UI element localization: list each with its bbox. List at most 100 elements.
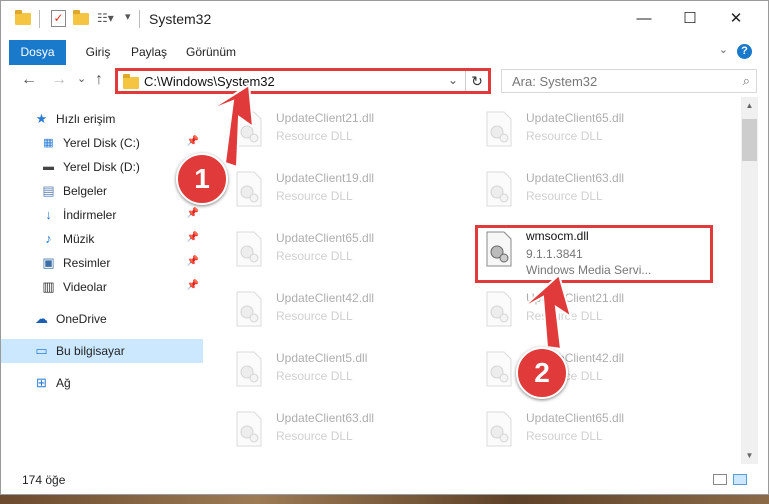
- tab-share[interactable]: Paylaş: [125, 41, 173, 63]
- sidebar-item-this-pc[interactable]: ▭ Bu bilgisayar: [1, 339, 203, 363]
- tab-home[interactable]: Giriş: [73, 41, 123, 63]
- file-type: Resource DLL: [276, 309, 353, 323]
- minimize-button[interactable]: —: [621, 1, 667, 37]
- drive-icon: ▬: [43, 161, 54, 173]
- dll-file-icon: [236, 111, 262, 147]
- dll-file-icon: [486, 171, 512, 207]
- toolbar-dropdown-icon[interactable]: ▾: [125, 10, 131, 28]
- vertical-scrollbar[interactable]: ▲ ▼: [741, 97, 758, 464]
- sidebar-item-quick-access[interactable]: ★ Hızlı erişim: [1, 107, 203, 131]
- sidebar-item-disk-d[interactable]: ▬ Yerel Disk (D:) 📌: [1, 155, 203, 179]
- sidebar-item-label: Yerel Disk (C:): [63, 136, 140, 150]
- pin-icon[interactable]: 📌: [187, 280, 199, 291]
- expand-ribbon-icon[interactable]: ⌄: [719, 43, 728, 56]
- dll-file-icon: [236, 291, 262, 327]
- file-item[interactable]: UpdateClient65.dll Resource DLL: [224, 223, 464, 277]
- file-item[interactable]: UpdateClient19.dll Resource DLL: [224, 163, 464, 217]
- sidebar-item-label: Belgeler: [63, 184, 108, 198]
- file-item[interactable]: UpdateClient65.dll Resource DLL: [474, 103, 714, 157]
- scroll-up-icon[interactable]: ▲: [741, 97, 758, 114]
- sidebar-item-onedrive[interactable]: ☁ OneDrive: [1, 307, 203, 331]
- windows-drive-icon: ▦: [43, 137, 54, 149]
- maximize-button[interactable]: ☐: [667, 1, 713, 37]
- large-icons-view-icon[interactable]: [733, 474, 747, 485]
- file-type: Resource DLL: [276, 129, 353, 143]
- sidebar-item-videos[interactable]: ▥ Videolar 📌: [1, 275, 203, 299]
- file-item[interactable]: UpdateClient21.dll Resource DLL: [474, 283, 714, 337]
- tab-view[interactable]: Görünüm: [179, 41, 243, 63]
- search-icon: ⌕: [742, 73, 750, 88]
- pin-icon[interactable]: 📌: [187, 232, 199, 243]
- sidebar-item-label: Resimler: [63, 256, 111, 270]
- divider: [39, 10, 40, 28]
- folder-icon: [15, 10, 31, 28]
- scroll-down-icon[interactable]: ▼: [741, 447, 758, 464]
- properties-icon[interactable]: ✓: [51, 10, 66, 28]
- sidebar-item-label: Müzik: [63, 232, 95, 246]
- sidebar-item-label: Videolar: [63, 280, 107, 294]
- file-item[interactable]: UpdateClient63.dll Resource DLL: [224, 403, 464, 457]
- sidebar-item-pictures[interactable]: ▣ Resimler 📌: [1, 251, 203, 275]
- file-type: Resource DLL: [276, 189, 353, 203]
- search-box[interactable]: Ara: System32 ⌕: [501, 69, 757, 93]
- file-name: UpdateClient65.dll: [526, 411, 625, 425]
- callout-2: 2: [516, 347, 568, 399]
- up-arrow-icon[interactable]: ↑: [95, 71, 103, 89]
- file-name: UpdateClient63.dll: [276, 411, 375, 425]
- pin-icon[interactable]: 📌: [187, 256, 199, 267]
- back-arrow-icon[interactable]: ←: [21, 71, 37, 89]
- navigation-bar: ← → ⌄ ↑ C:\Windows\System32 ⌄ ↻ Ara: Sys…: [1, 65, 768, 97]
- address-bar[interactable]: C:\Windows\System32 ⌄ ↻: [115, 68, 491, 94]
- refresh-icon[interactable]: ↻: [465, 71, 488, 91]
- file-item[interactable]: UpdateClient65.dll Resource DLL: [474, 403, 714, 457]
- file-type: Resource DLL: [526, 429, 603, 443]
- close-button[interactable]: ✕: [713, 1, 759, 37]
- file-item[interactable]: UpdateClient63.dll Resource DLL: [474, 163, 714, 217]
- file-name: UpdateClient19.dll: [276, 171, 375, 185]
- sidebar-item-documents[interactable]: ▤ Belgeler 📌: [1, 179, 203, 203]
- explorer-window: ✓ ☷▾ ▾ System32 — ☐ ✕ Dosya Giriş Paylaş…: [0, 0, 769, 495]
- window-title: System32: [149, 11, 212, 27]
- ribbon: Dosya Giriş Paylaş Görünüm ⌄ ?: [1, 37, 768, 66]
- file-item[interactable]: UpdateClient42.dll Resource DLL: [474, 343, 714, 397]
- scrollbar-thumb[interactable]: [742, 119, 757, 161]
- search-input[interactable]: Ara: System32: [512, 74, 597, 89]
- address-path[interactable]: C:\Windows\System32: [144, 74, 275, 89]
- pin-icon[interactable]: 📌: [187, 208, 199, 219]
- sidebar-item-label: Hızlı erişim: [56, 112, 116, 126]
- address-dropdown-icon[interactable]: ⌄: [448, 73, 458, 87]
- dll-file-icon: [486, 411, 512, 447]
- file-item[interactable]: UpdateClient21.dll Resource DLL: [224, 103, 464, 157]
- title-bar: ✓ ☷▾ ▾ System32 — ☐ ✕: [1, 1, 768, 37]
- customize-toolbar-icon[interactable]: ☷▾: [97, 11, 114, 29]
- new-folder-icon[interactable]: [73, 10, 89, 28]
- sidebar-item-label: Yerel Disk (D:): [63, 160, 140, 174]
- sidebar-item-disk-c[interactable]: ▦ Yerel Disk (C:) 📌: [1, 131, 203, 155]
- sidebar-item-label: Ağ: [56, 376, 71, 390]
- sidebar-item-music[interactable]: ♪ Müzik 📌: [1, 227, 203, 251]
- help-icon[interactable]: ?: [737, 44, 752, 59]
- dll-file-icon: [236, 171, 262, 207]
- details-view-icon[interactable]: [713, 474, 727, 485]
- file-name: UpdateClient5.dll: [276, 351, 368, 365]
- file-item[interactable]: UpdateClient42.dll Resource DLL: [224, 283, 464, 337]
- file-item[interactable]: UpdateClient5.dll Resource DLL: [224, 343, 464, 397]
- file-name: UpdateClient42.dll: [276, 291, 375, 305]
- sidebar-item-network[interactable]: ⊞ Ağ: [1, 371, 203, 395]
- tab-file[interactable]: Dosya: [9, 40, 66, 65]
- dll-file-icon: [236, 411, 262, 447]
- sidebar-item-label: İndirmeler: [63, 208, 117, 222]
- pin-icon[interactable]: 📌: [187, 136, 199, 147]
- file-type: Resource DLL: [276, 249, 353, 263]
- divider: [139, 10, 140, 28]
- desktop-background: [0, 495, 769, 504]
- dll-file-icon: [486, 111, 512, 147]
- recent-locations-icon[interactable]: ⌄: [77, 72, 86, 85]
- cloud-icon: ☁: [35, 311, 48, 326]
- dll-file-icon: [486, 291, 512, 327]
- highlight-box: [475, 225, 713, 283]
- file-name: UpdateClient65.dll: [276, 231, 375, 245]
- sidebar-item-downloads[interactable]: ↓ İndirmeler 📌: [1, 203, 203, 227]
- sidebar-item-label: Bu bilgisayar: [56, 344, 125, 358]
- forward-arrow-icon[interactable]: →: [51, 71, 67, 89]
